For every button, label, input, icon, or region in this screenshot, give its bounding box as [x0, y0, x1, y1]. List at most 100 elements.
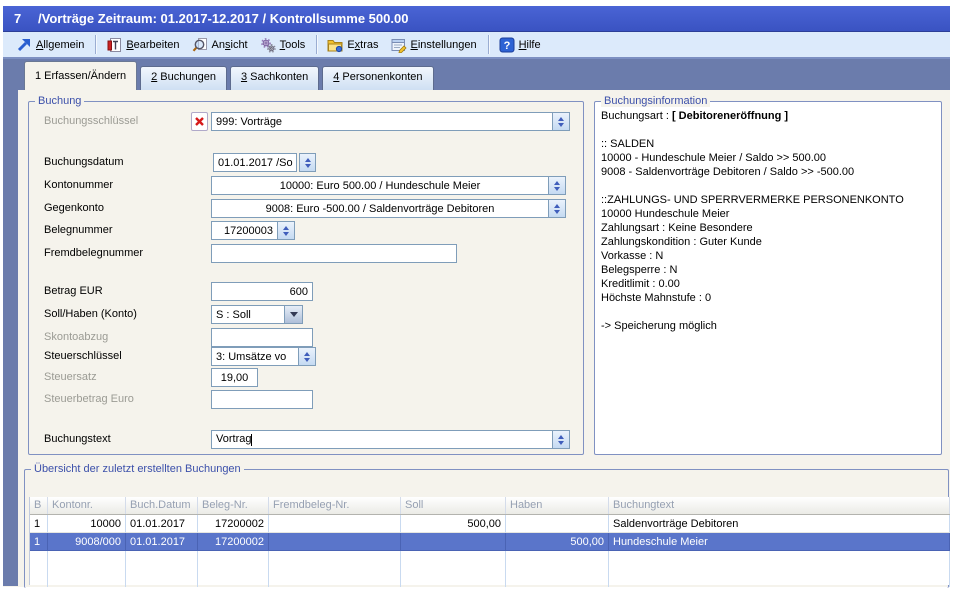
grid-column-header: Buchungtext — [609, 497, 950, 514]
tab-personenkonten[interactable]: 4 Personenkonten — [322, 66, 433, 90]
info-line: Kreditlimit : 0.00 — [601, 277, 937, 291]
soll-haben-label: Soll/Haben (Konto) — [44, 308, 137, 320]
steuerschluessel-label: Steuerschlüssel — [44, 350, 122, 362]
menu-item-ansicht[interactable]: Ansicht — [187, 35, 255, 55]
dropdown-arrow-icon[interactable] — [284, 306, 302, 323]
edit-doc-icon — [106, 37, 122, 53]
svg-text:?: ? — [503, 40, 510, 52]
grid-cell: 500,00 — [506, 533, 609, 551]
steuerschluessel-combo[interactable]: 3: Umsätze vo — [211, 347, 316, 366]
buchungsdatum-spinner[interactable] — [299, 153, 316, 172]
info-line: ::ZAHLUNGS- UND SPERRVERMERKE PERSONENKO… — [601, 193, 937, 207]
grid-column-header: Kontonr. — [48, 497, 126, 514]
skontoabzug-label: Skontoabzug — [44, 331, 108, 343]
steuersatz-field: 19,00 — [211, 368, 258, 387]
spinner[interactable] — [552, 113, 569, 130]
buchungsart-label: Buchungsart : — [601, 110, 672, 122]
grid-header-row: BKontonr.Buch.DatumBeleg-Nr.Fremdbeleg-N… — [30, 497, 950, 515]
buchungsdatum-label: Buchungsdatum — [44, 156, 124, 168]
buchungsinformation-group-title: Buchungsinformation — [601, 95, 710, 107]
grid-cell: 01.01.2017 — [126, 533, 198, 551]
buchungsart-value: [ Debitoreneröffnung ] — [672, 110, 788, 122]
info-line: 10000 - Hundeschule Meier / Saldo >> 500… — [601, 151, 937, 165]
info-line: -> Speicherung möglich — [601, 319, 937, 333]
spinner[interactable] — [548, 177, 565, 194]
menu-separator — [316, 35, 318, 54]
grid-cell: 10000 — [48, 515, 126, 533]
help-icon: ? — [499, 37, 515, 53]
menu-item-extras[interactable]: Extras — [322, 35, 385, 55]
buchungen-grid[interactable]: BKontonr.Buch.DatumBeleg-Nr.Fremdbeleg-N… — [29, 497, 950, 585]
tab-erfassen-aendern[interactable]: 1 Erfassen/Ändern — [24, 61, 137, 90]
grid-cell — [506, 515, 609, 533]
magnifier-icon — [192, 37, 208, 53]
grid-cell: 500,00 — [401, 515, 506, 533]
soll-haben-dropdown[interactable]: S : Soll — [211, 305, 303, 324]
grid-cell: 1 — [30, 533, 48, 551]
grid-cell: 17200002 — [198, 533, 269, 551]
menu-bar: Allgemein BearbeitenAnsichtTools ExtrasEin… — [3, 32, 950, 59]
menu-item-bearbeiten[interactable]: Bearbeiten — [101, 35, 186, 55]
clear-x-icon[interactable] — [191, 112, 208, 131]
tab-sachkonten[interactable]: 3 Sachkonten — [230, 66, 319, 90]
grid-row-selected[interactable]: 19008/00001.01.201717200002 500,00Hundesc… — [30, 533, 950, 551]
buchungstext-field[interactable]: Vortrag — [211, 430, 570, 449]
settings-icon — [391, 37, 407, 53]
menu-item-tools[interactable]: Tools — [255, 35, 313, 55]
menu-separator — [95, 35, 97, 54]
info-line: Vorkasse : N — [601, 249, 937, 263]
application-window: 7 /Vorträge Zeitraum: 01.2017-12.2017 / … — [0, 0, 956, 590]
buchungstext-label: Buchungstext — [44, 433, 111, 445]
grid-column-header: Soll — [401, 497, 506, 514]
title-bar: 7 /Vorträge Zeitraum: 01.2017-12.2017 / … — [3, 6, 950, 32]
menu-item-einstellungen[interactable]: Einstellungen — [386, 35, 484, 55]
grid-cell: 9008/000 — [48, 533, 126, 551]
grid-cell: Saldenvorträge Debitoren — [609, 515, 950, 533]
menu-separator — [488, 35, 490, 54]
gears-icon — [260, 37, 276, 53]
text-cursor — [251, 434, 252, 446]
info-line: Belegsperre : N — [601, 263, 937, 277]
tab-buchungen[interactable]: 2 Buchungen — [140, 66, 227, 90]
menu-item-allgemein[interactable]: Allgemein — [11, 35, 91, 55]
buchungsdatum-field[interactable]: 01.01.2017 /So — [213, 153, 297, 172]
tab-bar: 1 Erfassen/Ändern2 Buchungen3 Sachkonten… — [24, 61, 434, 90]
buchungsschluessel-label: Buchungsschlüssel — [44, 115, 138, 127]
window-number: 7 — [14, 11, 38, 26]
menu-item-hilfe[interactable]: ?Hilfe — [494, 35, 548, 55]
kontonummer-combo[interactable]: 10000: Euro 500.00 / Hundeschule Meier — [211, 176, 566, 195]
steuerbetrag-label: Steuerbetrag Euro — [44, 393, 134, 405]
grid-row-empty — [30, 551, 950, 569]
fremdbelegnummer-field[interactable] — [211, 244, 457, 263]
info-line: 10000 Hundeschule Meier — [601, 207, 937, 221]
spinner[interactable] — [552, 431, 569, 448]
info-line — [601, 305, 937, 319]
info-line: Zahlungsart : Keine Besondere — [601, 221, 937, 235]
grid-cell: 1 — [30, 515, 48, 533]
window-title: /Vorträge Zeitraum: 01.2017-12.2017 / Ko… — [38, 11, 408, 26]
spinner[interactable] — [548, 200, 565, 217]
betrag-label: Betrag EUR — [44, 285, 103, 297]
belegnummer-field[interactable]: 17200003 — [211, 221, 295, 240]
grid-column-header: Buch.Datum — [126, 497, 198, 514]
buchungsschluessel-combo[interactable]: 999: Vorträge — [211, 112, 570, 131]
grid-cell: Hundeschule Meier — [609, 533, 950, 551]
steuerbetrag-field — [211, 390, 313, 409]
gegenkonto-combo[interactable]: 9008: Euro -500.00 / Saldenvorträge Debi… — [211, 199, 566, 218]
grid-column-header: Beleg-Nr. — [198, 497, 269, 514]
fremdbelegnummer-label: Fremdbelegnummer — [44, 247, 143, 259]
betrag-field[interactable]: 600 — [211, 282, 313, 301]
grid-column-header: Haben — [506, 497, 609, 514]
info-line — [601, 123, 937, 137]
grid-cell — [269, 533, 401, 551]
spinner[interactable] — [298, 348, 315, 365]
info-line: 9008 - Saldenvorträge Debitoren / Saldo … — [601, 165, 937, 179]
steuersatz-label: Steuersatz — [44, 371, 97, 383]
kontonummer-label: Kontonummer — [44, 179, 113, 191]
spinner[interactable] — [277, 222, 294, 239]
grid-cell — [401, 533, 506, 551]
info-line: Zahlungskondition : Guter Kunde — [601, 235, 937, 249]
grid-column-header: Fremdbeleg-Nr. — [269, 497, 401, 514]
grid-row[interactable]: 11000001.01.201717200002500,00Saldenvort… — [30, 515, 950, 533]
arrow-ne-icon — [16, 37, 32, 53]
